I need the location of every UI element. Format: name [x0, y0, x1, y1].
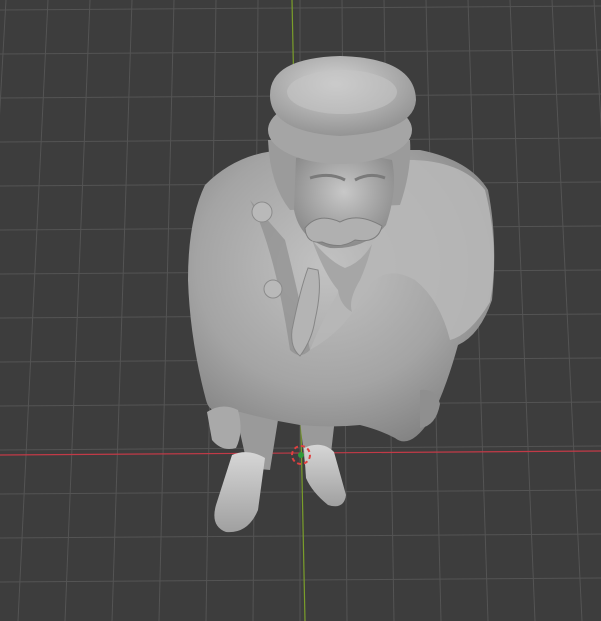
model-right-shoe	[304, 444, 346, 507]
sculpt-model[interactable]	[188, 56, 495, 533]
grid-line-column	[17, 0, 49, 621]
model-button-bottom	[263, 279, 283, 299]
model-cap-crown	[287, 70, 397, 114]
grid-line-column	[551, 0, 583, 621]
grid-line-column	[0, 0, 7, 116]
viewport-canvas[interactable]	[0, 0, 601, 621]
grid-line-column	[509, 0, 536, 621]
grid-line-column	[158, 0, 175, 621]
model-button-top	[251, 201, 273, 223]
grid-line-column	[64, 0, 91, 621]
model-left-hand	[207, 406, 241, 449]
3d-viewport[interactable]	[0, 0, 601, 621]
grid-line-column	[593, 0, 601, 134]
grid-line-column	[111, 0, 133, 621]
model-left-shoe	[214, 452, 265, 533]
